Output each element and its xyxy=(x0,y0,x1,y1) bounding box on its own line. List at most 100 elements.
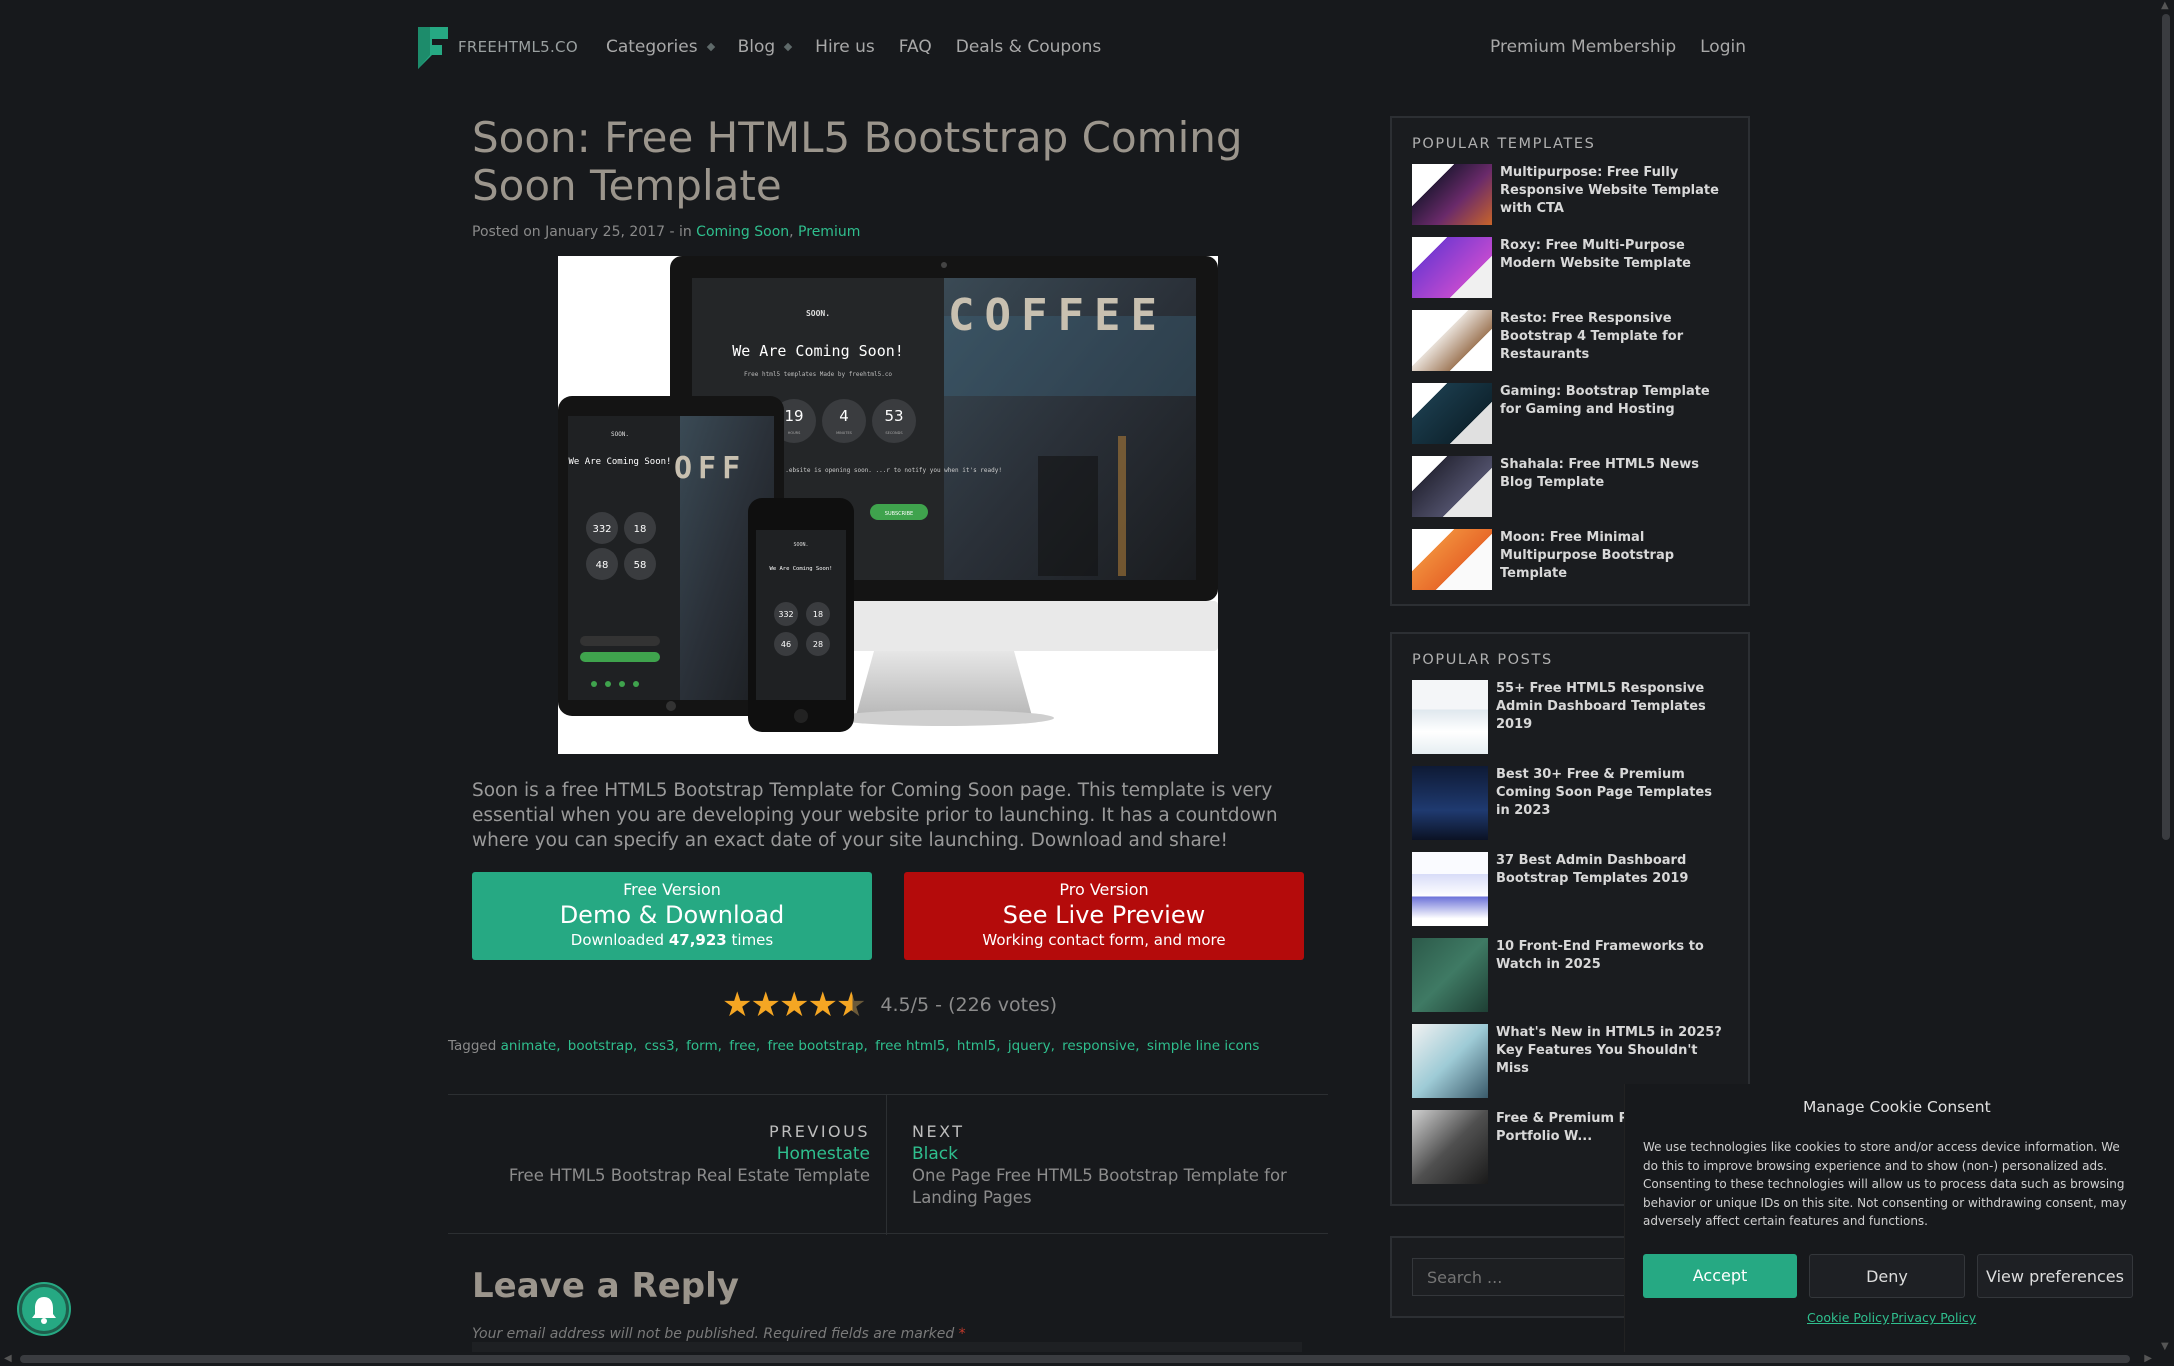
tag-link[interactable]: animate, xyxy=(501,1038,561,1054)
divider xyxy=(886,1095,887,1235)
scroll-left-icon[interactable]: ◀ xyxy=(4,1353,12,1364)
nav-premium-membership[interactable]: Premium Membership xyxy=(1490,37,1676,57)
svg-text:48: 48 xyxy=(596,560,609,571)
post-navigation: PREVIOUS Homestate Free HTML5 Bootstrap … xyxy=(448,1094,1328,1235)
svg-text:We Are Coming Soon!: We Are Coming Soon! xyxy=(569,457,672,467)
svg-text:53: 53 xyxy=(884,407,903,425)
next-post-link[interactable]: Black xyxy=(912,1143,1312,1165)
category-link[interactable]: Coming Soon xyxy=(696,224,789,240)
svg-text:332: 332 xyxy=(592,524,611,535)
nav-deals[interactable]: Deals & Coupons xyxy=(956,37,1101,57)
logo-text[interactable]: FREEHTML5.CO xyxy=(458,38,578,56)
list-item[interactable]: Shahala: Free HTML5 News Blog Template xyxy=(1412,456,1728,517)
post-thumbnail[interactable] xyxy=(1412,1110,1488,1184)
tag-link[interactable]: css3, xyxy=(645,1038,679,1054)
post-thumbnail[interactable] xyxy=(1412,852,1488,926)
scrollbar-thumb[interactable] xyxy=(20,1355,2130,1363)
tag-link[interactable]: responsive, xyxy=(1062,1038,1139,1054)
nav-faq[interactable]: FAQ xyxy=(899,37,932,57)
deny-button[interactable]: Deny xyxy=(1809,1254,1965,1298)
nav-right: Premium Membership Login xyxy=(1466,37,1746,57)
list-item[interactable]: 10 Front-End Frameworks to Watch in 2025 xyxy=(1412,938,1728,1012)
svg-text:46: 46 xyxy=(781,640,791,649)
tag-link[interactable]: free, xyxy=(729,1038,760,1054)
template-thumbnail[interactable] xyxy=(1412,310,1492,371)
star-icon[interactable]: ★ xyxy=(722,988,752,1022)
svg-text:HOURS: HOURS xyxy=(788,431,801,435)
svg-text:4: 4 xyxy=(839,407,849,425)
nav-login[interactable]: Login xyxy=(1700,37,1746,57)
nav-hire-us[interactable]: Hire us xyxy=(815,37,875,57)
cookie-consent-panel: Manage Cookie Consent We use technologie… xyxy=(1624,1084,2144,1366)
svg-text:SOON.: SOON. xyxy=(793,542,808,548)
template-thumbnail[interactable] xyxy=(1412,164,1492,225)
svg-text:We Are Coming Soon!: We Are Coming Soon! xyxy=(732,342,904,360)
widget-title: POPULAR POSTS xyxy=(1412,652,1553,668)
svg-text:SOON.: SOON. xyxy=(806,309,830,318)
svg-text:18: 18 xyxy=(813,610,823,619)
template-thumbnail[interactable] xyxy=(1412,529,1492,590)
tag-link[interactable]: free html5, xyxy=(875,1038,950,1054)
template-thumbnail[interactable] xyxy=(1412,456,1492,517)
star-icon[interactable]: ★ xyxy=(807,988,837,1022)
list-item[interactable]: Roxy: Free Multi-Purpose Modern Website … xyxy=(1412,237,1728,298)
list-item[interactable]: Gaming: Bootstrap Template for Gaming an… xyxy=(1412,383,1728,444)
post-meta: Posted on January 25, 2017 - in Coming S… xyxy=(472,224,861,240)
accept-button[interactable]: Accept xyxy=(1643,1254,1797,1298)
list-item[interactable]: Best 30+ Free & Premium Coming Soon Page… xyxy=(1412,766,1728,840)
post-title: Soon: Free HTML5 Bootstrap Coming Soon T… xyxy=(472,113,1243,210)
tag-link[interactable]: jquery, xyxy=(1008,1038,1055,1054)
list-item[interactable]: 55+ Free HTML5 Responsive Admin Dashboar… xyxy=(1412,680,1728,754)
coffee-sign: COFFEE xyxy=(948,290,1167,341)
cookie-policy-link[interactable]: Cookie Policy xyxy=(1807,1310,1889,1325)
svg-text:SUBSCRIBE: SUBSCRIBE xyxy=(885,511,913,517)
list-item[interactable]: 37 Best Admin Dashboard Bootstrap Templa… xyxy=(1412,852,1728,926)
category-link[interactable]: Premium xyxy=(798,224,860,240)
privacy-policy-link[interactable]: Privacy Policy xyxy=(1891,1310,1976,1325)
svg-text:58: 58 xyxy=(634,560,647,571)
scroll-right-icon[interactable]: ▶ xyxy=(2144,1353,2152,1364)
list-item[interactable]: Resto: Free Responsive Bootstrap 4 Templ… xyxy=(1412,310,1728,371)
half-star-icon[interactable]: ★ xyxy=(836,988,866,1022)
tag-link[interactable]: form, xyxy=(686,1038,722,1054)
svg-text:28: 28 xyxy=(813,640,823,649)
next-post[interactable]: NEXT Black One Page Free HTML5 Bootstrap… xyxy=(912,1121,1312,1209)
post-thumbnail[interactable] xyxy=(1412,938,1488,1012)
previous-post-link[interactable]: Homestate xyxy=(470,1143,870,1165)
nav-categories[interactable]: Categories xyxy=(606,37,715,57)
post-tags: Tagged animate, bootstrap, css3, form, f… xyxy=(448,1038,1260,1054)
notification-bell-button[interactable] xyxy=(19,1284,69,1334)
post-thumbnail[interactable] xyxy=(1412,1024,1488,1098)
demo-download-button[interactable]: Free Version Demo & Download Downloaded … xyxy=(472,872,872,960)
nav-blog[interactable]: Blog xyxy=(738,37,793,57)
devices-mockup: COFFEE SOON. We Are Coming Soon! Free ht… xyxy=(558,256,1218,732)
tag-link[interactable]: simple line icons xyxy=(1147,1038,1260,1054)
template-thumbnail[interactable] xyxy=(1412,383,1492,444)
svg-text:...ebsite is opening soon. ...: ...ebsite is opening soon. ...r to notif… xyxy=(778,467,1002,474)
post-thumbnail[interactable] xyxy=(1412,766,1488,840)
widget-title: POPULAR TEMPLATES xyxy=(1412,136,1596,152)
list-item[interactable]: Moon: Free Minimal Multipurpose Bootstra… xyxy=(1412,529,1728,590)
logo-icon[interactable] xyxy=(416,25,450,69)
list-item[interactable]: Multipurpose: Free Fully Responsive Webs… xyxy=(1412,164,1728,225)
tag-link[interactable]: bootstrap, xyxy=(568,1038,637,1054)
horizontal-scrollbar[interactable]: ◀ ▶ xyxy=(0,1352,2174,1366)
scrollbar-thumb[interactable] xyxy=(2162,14,2170,840)
tag-link[interactable]: html5, xyxy=(957,1038,1001,1054)
live-preview-button[interactable]: Pro Version See Live Preview Working con… xyxy=(904,872,1304,960)
previous-post[interactable]: PREVIOUS Homestate Free HTML5 Bootstrap … xyxy=(470,1121,870,1187)
svg-text:We Are Coming Soon!: We Are Coming Soon! xyxy=(770,566,833,572)
star-icon[interactable]: ★ xyxy=(779,988,809,1022)
star-icon[interactable]: ★ xyxy=(750,988,780,1022)
template-preview-image: COFFEE SOON. We Are Coming Soon! Free ht… xyxy=(558,256,1218,754)
tag-link[interactable]: free bootstrap, xyxy=(767,1038,867,1054)
scroll-down-icon[interactable]: ▼ xyxy=(2161,1341,2169,1352)
template-thumbnail[interactable] xyxy=(1412,237,1492,298)
scroll-up-icon[interactable]: ▲ xyxy=(2161,0,2169,11)
star-rating: ★ ★ ★ ★ ★ 4.5/5 - (226 votes) xyxy=(722,988,1057,1022)
view-preferences-button[interactable]: View preferences xyxy=(1977,1254,2133,1298)
reply-title: Leave a Reply xyxy=(472,1266,739,1306)
post-thumbnail[interactable] xyxy=(1412,680,1488,754)
svg-text:SECONDS: SECONDS xyxy=(885,431,903,435)
vertical-scrollbar[interactable]: ▲ ▼ xyxy=(2158,0,2174,1352)
